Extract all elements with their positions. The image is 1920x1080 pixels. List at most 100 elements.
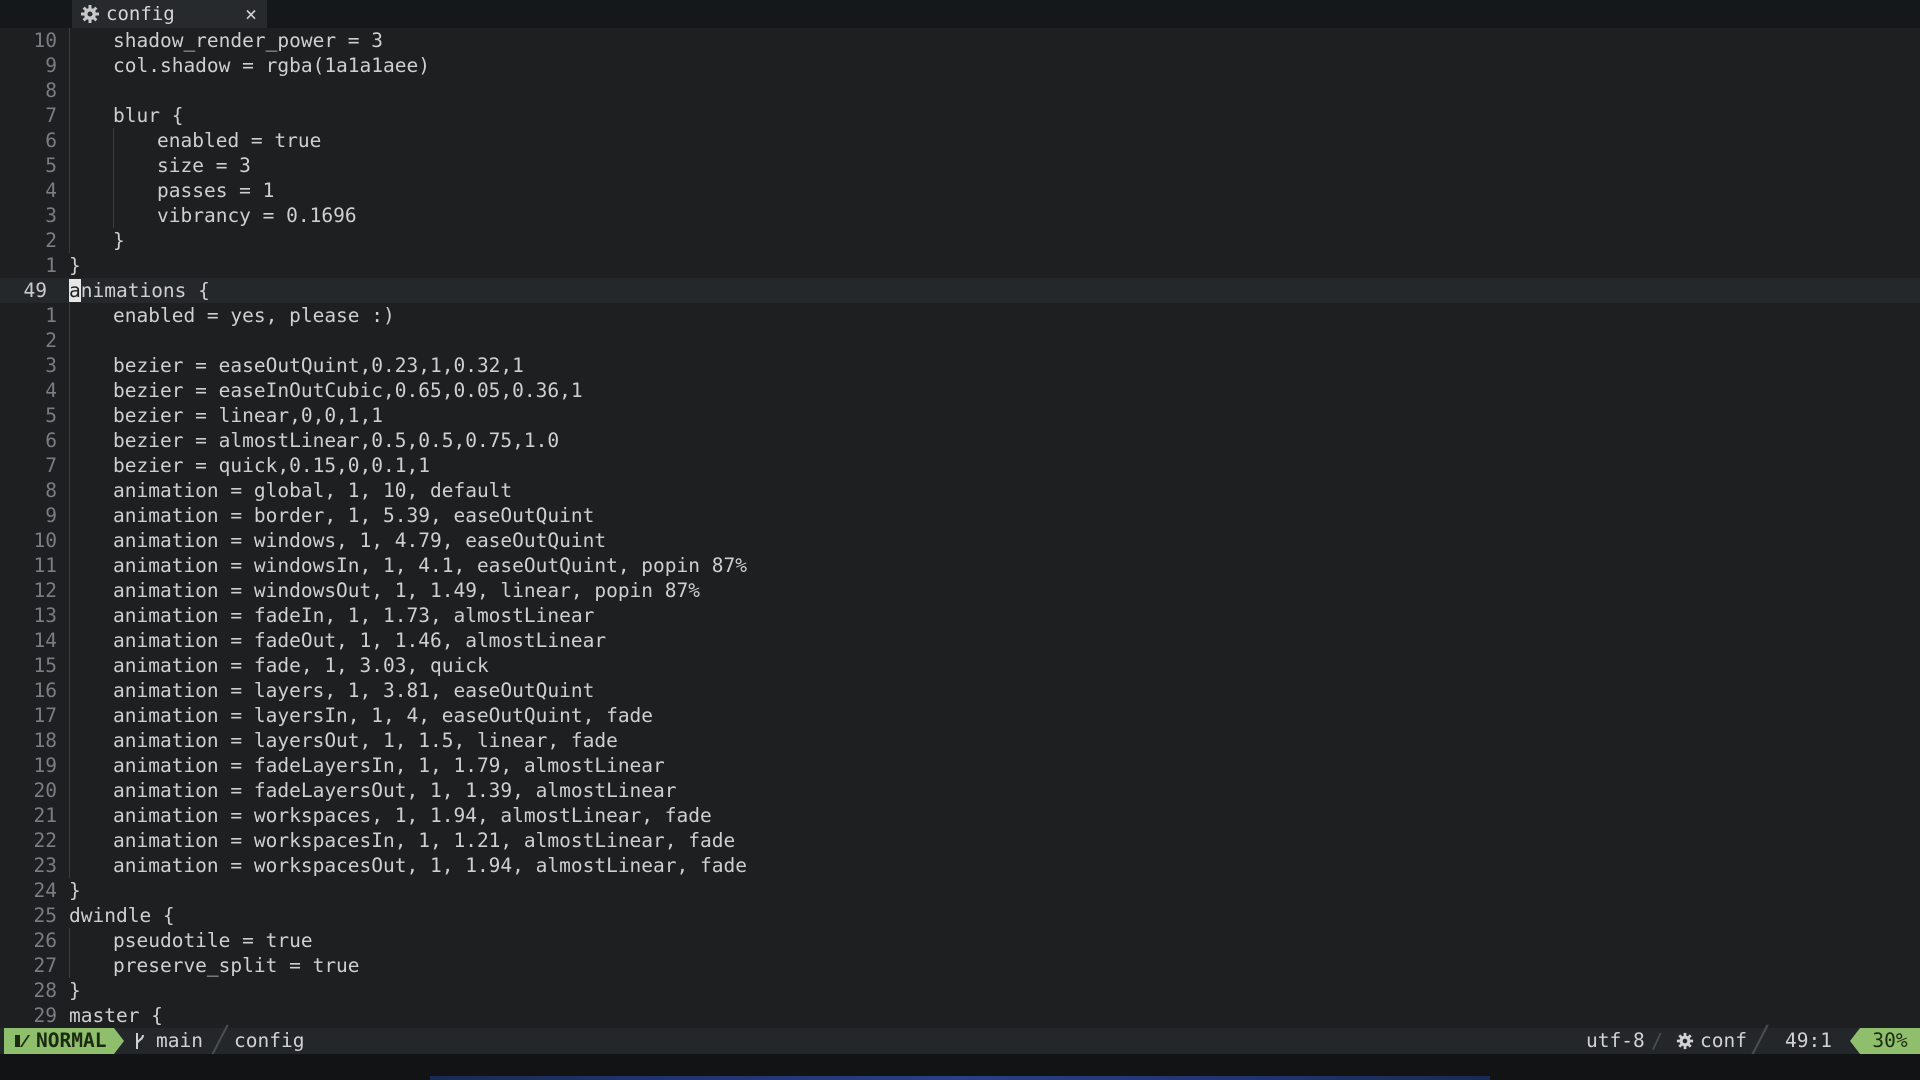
code-line[interactable]: 15 animation = fade, 1, 3.03, quick xyxy=(0,653,1920,678)
code-text: animation = windowsOut, 1, 1.49, linear,… xyxy=(113,579,700,602)
code-line[interactable]: 7 bezier = quick,0.15,0,0.1,1 xyxy=(0,453,1920,478)
code-editor[interactable]: 10 shadow_render_power = 3 9 col.shadow = r… xyxy=(0,28,1920,1028)
line-number: 11 xyxy=(33,554,57,577)
tab-config[interactable]: config × xyxy=(72,0,267,28)
tab-label: config xyxy=(106,3,175,25)
code-line[interactable]: 4 passes = 1 xyxy=(0,178,1920,203)
line-number: 21 xyxy=(33,804,57,827)
line-number: 1 xyxy=(45,254,57,277)
code-text: animation = workspaces, 1, 1.94, almostL… xyxy=(113,804,712,827)
code-text: enabled = yes, please :) xyxy=(113,304,395,327)
code-line[interactable]: 28} xyxy=(0,978,1920,1003)
line-number: 49 xyxy=(23,279,47,302)
code-line[interactable]: 10 animation = windows, 1, 4.79, easeOutQ… xyxy=(0,528,1920,553)
line-number: 2 xyxy=(45,229,57,252)
gear-icon xyxy=(1676,1032,1694,1050)
code-line[interactable]: 17 animation = layersIn, 1, 4, easeOutQui… xyxy=(0,703,1920,728)
line-number: 22 xyxy=(33,829,57,852)
code-text: preserve_split = true xyxy=(113,954,360,977)
code-line[interactable]: 12 animation = windowsOut, 1, 1.49, linea… xyxy=(0,578,1920,603)
line-number: 18 xyxy=(33,729,57,752)
file-encoding: utf-8 xyxy=(1586,1029,1645,1052)
line-number: 9 xyxy=(45,504,57,527)
code-line[interactable]: 11 animation = windowsIn, 1, 4.1, easeOut… xyxy=(0,553,1920,578)
close-icon[interactable]: × xyxy=(245,2,257,26)
percent-separator xyxy=(1850,1028,1860,1054)
code-text: } xyxy=(69,879,81,902)
code-text: enabled = true xyxy=(157,129,322,152)
code-line[interactable]: 27 preserve_split = true xyxy=(0,953,1920,978)
code-line[interactable]: 9 col.shadow = rgba(1a1a1aee) xyxy=(0,53,1920,78)
code-text: bezier = easeInOutCubic,0.65,0.05,0.36,1 xyxy=(113,379,583,402)
code-line[interactable]: 5 bezier = linear,0,0,1,1 xyxy=(0,403,1920,428)
code-text: animation = fade, 1, 3.03, quick xyxy=(113,654,489,677)
code-line[interactable]: 2 xyxy=(0,328,1920,353)
line-number: 6 xyxy=(45,129,57,152)
text-cursor: a xyxy=(69,279,81,302)
line-number: 7 xyxy=(45,454,57,477)
line-number: 29 xyxy=(33,1004,57,1027)
code-line[interactable]: 3 bezier = easeOutQuint,0.23,1,0.32,1 xyxy=(0,353,1920,378)
code-line[interactable]: 18 animation = layersOut, 1, 1.5, linear,… xyxy=(0,728,1920,753)
file-type-label: conf xyxy=(1700,1029,1747,1052)
code-text: bezier = quick,0.15,0,0.1,1 xyxy=(113,454,430,477)
code-line[interactable]: 6 bezier = almostLinear,0.5,0.5,0.75,1.0 xyxy=(0,428,1920,453)
status-bar: NORMAL main ╱ config utf-8 / conf ╱ 49:1… xyxy=(0,1028,1920,1054)
code-line[interactable]: 16 animation = layers, 1, 3.81, easeOutQu… xyxy=(0,678,1920,703)
code-line[interactable]: 7 blur { xyxy=(0,103,1920,128)
code-line[interactable]: 23 animation = workspacesOut, 1, 1.94, al… xyxy=(0,853,1920,878)
line-number: 10 xyxy=(33,29,57,52)
code-line[interactable]: 6 enabled = true xyxy=(0,128,1920,153)
code-text: animation = windows, 1, 4.79, easeOutQui… xyxy=(113,529,607,552)
indent-guide xyxy=(69,303,70,878)
code-line[interactable]: 1} xyxy=(0,253,1920,278)
line-number: 19 xyxy=(33,754,57,777)
mode-indicator: NORMAL xyxy=(4,1028,114,1054)
code-line[interactable]: 3 vibrancy = 0.1696 xyxy=(0,203,1920,228)
command-line[interactable] xyxy=(0,1054,1920,1080)
code-line[interactable]: 22 animation = workspacesIn, 1, 1.21, alm… xyxy=(0,828,1920,853)
code-line[interactable]: 21 animation = workspaces, 1, 1.94, almos… xyxy=(0,803,1920,828)
line-number: 26 xyxy=(33,929,57,952)
code-line[interactable]: 24} xyxy=(0,878,1920,903)
current-line[interactable]: 49 animations { xyxy=(0,278,1920,303)
line-number: 13 xyxy=(33,604,57,627)
wallpaper-glow xyxy=(430,1076,1490,1080)
code-line[interactable]: 8 animation = global, 1, 10, default xyxy=(0,478,1920,503)
code-line[interactable]: 25 dwindle { xyxy=(0,903,1920,928)
line-number: 25 xyxy=(33,904,57,927)
code-line[interactable]: 1 enabled = yes, please :) xyxy=(0,303,1920,328)
code-line[interactable]: 19 animation = fadeLayersIn, 1, 1.79, alm… xyxy=(0,753,1920,778)
vim-icon xyxy=(15,1035,30,1047)
code-line[interactable]: 8 xyxy=(0,78,1920,103)
code-line[interactable]: 26 pseudotile = true xyxy=(0,928,1920,953)
line-number: 12 xyxy=(33,579,57,602)
code-text: animation = fadeIn, 1, 1.73, almostLinea… xyxy=(113,604,595,627)
line-number: 6 xyxy=(45,429,57,452)
line-number: 7 xyxy=(45,104,57,127)
code-line[interactable]: 13 animation = fadeIn, 1, 1.73, almostLin… xyxy=(0,603,1920,628)
line-number: 17 xyxy=(33,704,57,727)
code-line[interactable]: 29 master { xyxy=(0,1003,1920,1028)
line-number: 23 xyxy=(33,854,57,877)
line-number: 8 xyxy=(45,79,57,102)
code-line[interactable]: 2} xyxy=(0,228,1920,253)
line-number: 14 xyxy=(33,629,57,652)
branch-name: main xyxy=(156,1029,203,1052)
line-number: 27 xyxy=(33,954,57,977)
git-branch: main xyxy=(134,1028,203,1054)
line-number: 28 xyxy=(33,979,57,1002)
code-text: pseudotile = true xyxy=(113,929,313,952)
mode-label: NORMAL xyxy=(36,1029,107,1052)
code-line[interactable]: 14 animation = fadeOut, 1, 1.46, almostLi… xyxy=(0,628,1920,653)
code-text: passes = 1 xyxy=(157,179,275,202)
code-text: animation = fadeOut, 1, 1.46, almostLine… xyxy=(113,629,607,652)
code-line[interactable]: 10 shadow_render_power = 3 xyxy=(0,28,1920,53)
code-line[interactable]: 5 size = 3 xyxy=(0,153,1920,178)
code-line[interactable]: 9 animation = border, 1, 5.39, easeOutQui… xyxy=(0,503,1920,528)
code-line[interactable]: 4 bezier = easeInOutCubic,0.65,0.05,0.36,… xyxy=(0,378,1920,403)
code-line[interactable]: 20 animation = fadeLayersOut, 1, 1.39, al… xyxy=(0,778,1920,803)
code-text: animation = layersIn, 1, 4, easeOutQuint… xyxy=(113,704,654,727)
line-number: 2 xyxy=(45,329,57,352)
file-type: conf xyxy=(1676,1028,1747,1054)
